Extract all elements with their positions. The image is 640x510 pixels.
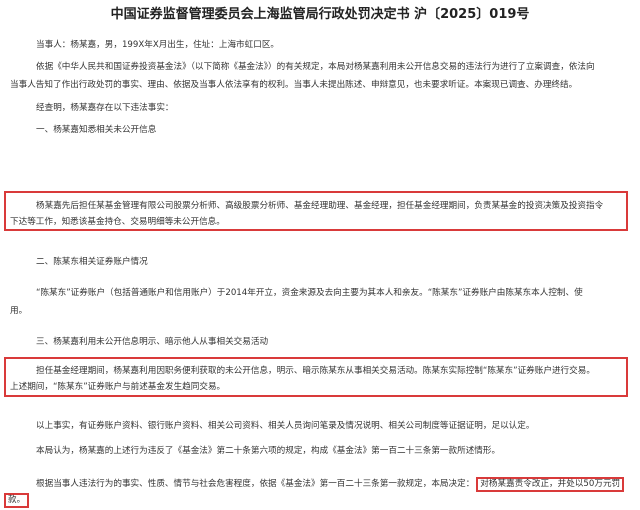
section-1-line-2: 下达等工作，知悉该基金持仓、交易明细等未公开信息。 — [10, 217, 225, 227]
penalty-highlight: 对杨某嘉责令改正，并处以50万元罚 — [476, 477, 625, 492]
decision-text: 根据当事人违法行为的事实、性质、情节与社会危害程度，依据《基金法》第一百二十三条… — [36, 479, 475, 489]
section-3-heading: 三、杨某嘉利用未公开信息明示、暗示他人从事相关交易活动 — [36, 337, 269, 347]
section-1-heading: 一、杨某嘉知悉相关未公开信息 — [36, 125, 157, 135]
evidence-line: 以上事实，有证券账户资料、银行账户资料、相关公司资料、相关人员询问笔录及情况说明… — [36, 421, 535, 431]
section-2-line-1: “陈某东”证券账户（包括普通账户和信用账户）于2014年开立，资金来源及去向主要… — [36, 288, 583, 298]
decision-line: 根据当事人违法行为的事实、性质、情节与社会危害程度，依据《基金法》第一百二十三条… — [36, 477, 625, 492]
intro-line-1: 依据《中华人民共和国证券投资基金法》（以下简称《基金法》）的有关规定，本局对杨某… — [36, 62, 595, 72]
document-title: 中国证券监督管理委员会上海监管局行政处罚决定书 沪〔2025〕019号 — [110, 7, 530, 22]
section-2-heading: 二、陈某东相关证券账户情况 — [36, 257, 148, 267]
party-line: 当事人：杨某嘉，男，199X年X月出生，住址：上海市虹口区。 — [36, 40, 280, 50]
penalty-decision-document: 中国证券监督管理委员会上海监管局行政处罚决定书 沪〔2025〕019号 当事人：… — [0, 0, 640, 510]
facts-intro: 经查明，杨某嘉存在以下违法事实： — [36, 103, 174, 113]
intro-line-2: 当事人告知了作出行政处罚的事实、理由、依据及当事人依法享有的权利。当事人未提出陈… — [10, 80, 578, 90]
section-3-line-2: 上述期间，“陈某东”证券账户与前述基金发生趋同交易。 — [10, 382, 226, 392]
section-3-line-1: 担任基金经理期间，杨某嘉利用因职务便利获取的未公开信息，明示、暗示陈某东从事相关… — [36, 366, 595, 376]
section-1-line-1: 杨某嘉先后担任某基金管理有限公司股票分析师、高级股票分析师、基金经理助理、基金经… — [36, 201, 604, 211]
penalty-highlight-end: 款。 — [4, 493, 30, 508]
section-2-line-2: 用。 — [10, 306, 28, 316]
decision-end-line: 款。 — [4, 493, 30, 508]
legal-basis-line: 本局认为，杨某嘉的上述行为违反了《基金法》第二十条第六项的规定，构成《基金法》第… — [36, 446, 501, 456]
